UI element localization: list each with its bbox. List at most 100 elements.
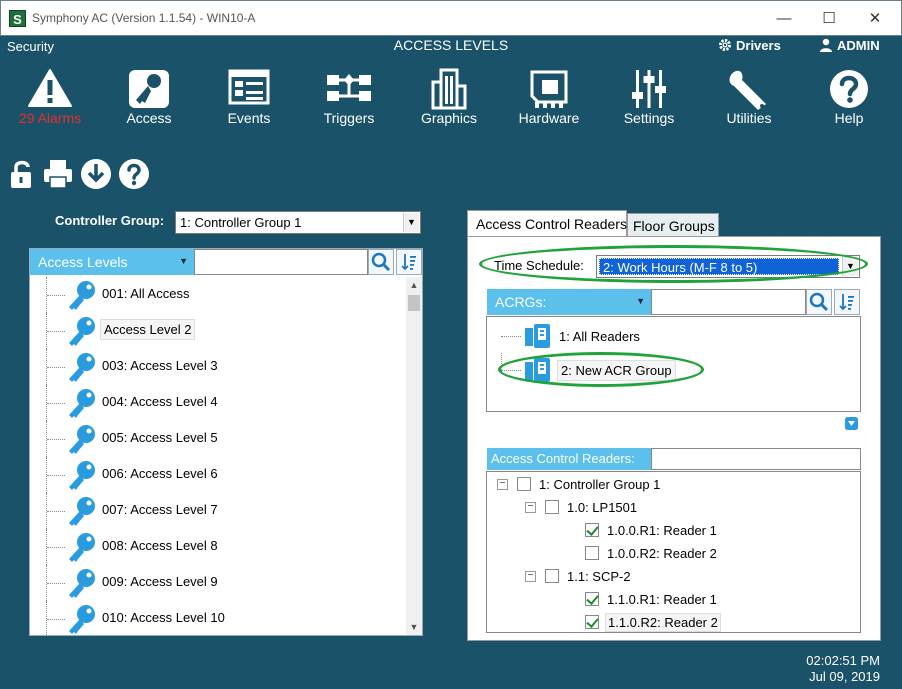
- access-levels-search-input[interactable]: [194, 249, 368, 275]
- toolbar-events[interactable]: Events: [204, 62, 294, 130]
- checkbox-checked[interactable]: [585, 592, 599, 606]
- checkbox[interactable]: [545, 569, 559, 583]
- sort-icon: [839, 294, 854, 311]
- list-item[interactable]: 1: All Readers: [487, 319, 857, 353]
- list-item[interactable]: 005: Access Level 5: [30, 421, 406, 457]
- triggers-label: Triggers: [323, 110, 375, 126]
- toolbar-utilities[interactable]: Utilities: [704, 62, 794, 130]
- acrgs-search-input[interactable]: [651, 289, 806, 315]
- list-item[interactable]: 001: All Access: [30, 277, 406, 313]
- tab-floor-label: Floor Groups: [633, 218, 715, 234]
- checkbox[interactable]: [585, 546, 599, 560]
- access-level-label: 010: Access Level 10: [102, 610, 225, 625]
- toolbar-alarms[interactable]: 29 Alarms: [5, 62, 95, 130]
- maximize-button[interactable]: ☐: [806, 1, 852, 36]
- checkbox[interactable]: [545, 500, 559, 514]
- sort-button[interactable]: [834, 289, 860, 315]
- access-level-label: 001: All Access: [102, 286, 190, 301]
- help-label: Help: [834, 110, 864, 126]
- admin-label: ADMIN: [837, 38, 880, 53]
- minimize-button[interactable]: —: [761, 1, 807, 36]
- tab-access-control-readers[interactable]: Access Control Readers: [467, 210, 627, 237]
- scroll-down-icon[interactable]: ▼: [406, 619, 422, 635]
- events-label: Events: [227, 110, 271, 126]
- close-button[interactable]: ✕: [852, 1, 898, 36]
- printer-icon[interactable]: [42, 158, 74, 190]
- toolbar-access[interactable]: Access: [104, 62, 194, 130]
- search-button[interactable]: [806, 289, 832, 315]
- chevron-down-icon: ▼: [403, 213, 419, 232]
- chevron-down-icon: ▼: [179, 256, 188, 266]
- search-button[interactable]: [368, 249, 394, 275]
- toolbar-triggers[interactable]: Triggers: [304, 62, 394, 130]
- collapse-icon[interactable]: −: [525, 571, 536, 582]
- tree-node-label: 1.1.0.R2: Reader 2: [605, 613, 721, 632]
- list-item[interactable]: 006: Access Level 6: [30, 457, 406, 493]
- readers-search-input[interactable]: [651, 448, 861, 470]
- building-icon: [431, 68, 467, 110]
- tree-node-label: 1.0.0.R2: Reader 2: [607, 546, 717, 561]
- circuit-board-icon: [530, 70, 568, 108]
- header-strip: Security ACCESS LEVELS Drivers ADMIN: [0, 36, 902, 58]
- checkbox-checked[interactable]: [585, 523, 599, 537]
- sort-button[interactable]: [396, 249, 422, 275]
- scroll-up-icon[interactable]: ▲: [406, 277, 422, 293]
- controller-group-select[interactable]: 1: Controller Group 1 ▼: [175, 211, 421, 234]
- user-menu-button[interactable]: ADMIN: [819, 38, 880, 53]
- hardware-label: Hardware: [518, 110, 580, 126]
- toolbar-graphics[interactable]: Graphics: [404, 62, 494, 130]
- lock-icon[interactable]: [8, 158, 40, 190]
- key-icon: [69, 281, 95, 310]
- download-icon[interactable]: [80, 158, 112, 190]
- access-levels-header: Access Levels: [38, 254, 128, 270]
- help-small-icon[interactable]: [118, 158, 150, 190]
- key-card-icon: [129, 70, 169, 108]
- list-item[interactable]: 008: Access Level 8: [30, 529, 406, 565]
- access-level-label: 007: Access Level 7: [102, 502, 218, 517]
- list-item[interactable]: 003: Access Level 3: [30, 349, 406, 385]
- drivers-label: Drivers: [736, 38, 781, 53]
- acrgs-dropdown[interactable]: ACRGs: ▼: [487, 289, 651, 315]
- toolbar-help[interactable]: Help: [804, 62, 894, 130]
- list-item[interactable]: 010: Access Level 10: [30, 601, 406, 635]
- key-icon: [69, 425, 95, 454]
- list-item[interactable]: Access Level 2: [30, 313, 406, 349]
- events-list-icon: [228, 69, 270, 105]
- tab-acr-label: Access Control Readers: [476, 216, 627, 232]
- warning-icon: [28, 69, 72, 107]
- access-level-label: 006: Access Level 6: [102, 466, 218, 481]
- collapse-icon[interactable]: −: [497, 479, 508, 490]
- sliders-icon: [632, 70, 666, 108]
- toolbar-settings[interactable]: Settings: [604, 62, 694, 130]
- tree-node-label: 1.0.0.R1: Reader 1: [607, 523, 717, 538]
- acrgs-header: ACRGs:: [495, 294, 547, 310]
- collapse-icon[interactable]: −: [525, 502, 536, 513]
- settings-label: Settings: [623, 110, 675, 126]
- key-icon: [69, 569, 95, 598]
- checkbox-checked[interactable]: [585, 615, 599, 629]
- access-levels-dropdown[interactable]: Access Levels ▼: [30, 249, 194, 275]
- key-icon: [69, 497, 95, 526]
- toolbar-hardware[interactable]: Hardware: [504, 62, 594, 130]
- access-levels-panel: Access Levels ▼ 001: All Access Access L…: [29, 248, 423, 636]
- access-level-label: Access Level 2: [100, 319, 196, 340]
- checkbox[interactable]: [517, 477, 531, 491]
- user-icon: [820, 38, 832, 52]
- acrg-label: 1: All Readers: [559, 329, 640, 344]
- access-levels-scrollbar[interactable]: ▲ ▼: [406, 277, 422, 635]
- status-clock: 02:02:51 PM Jul 09, 2019: [790, 653, 880, 685]
- list-item[interactable]: 004: Access Level 4: [30, 385, 406, 421]
- list-item[interactable]: 007: Access Level 7: [30, 493, 406, 529]
- collapse-toggle-icon[interactable]: [844, 416, 859, 431]
- highlight-oval: [498, 352, 704, 387]
- list-item[interactable]: 009: Access Level 9: [30, 565, 406, 601]
- controller-group-label: Controller Group:: [55, 213, 165, 228]
- key-icon: [69, 605, 95, 634]
- drivers-button[interactable]: Drivers: [718, 38, 781, 53]
- scroll-thumb[interactable]: [408, 295, 420, 311]
- key-icon: [69, 461, 95, 490]
- reader-group-icon: [525, 324, 550, 348]
- access-level-label: 005: Access Level 5: [102, 430, 218, 445]
- tree-node-label: 1.1: SCP-2: [567, 569, 631, 584]
- access-level-label: 008: Access Level 8: [102, 538, 218, 553]
